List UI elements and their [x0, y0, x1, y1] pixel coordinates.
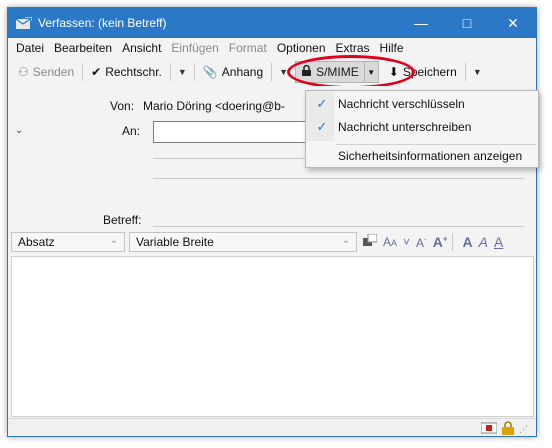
subject-label: Betreff: [103, 213, 142, 227]
status-icons: ⋰ [480, 421, 528, 436]
paragraph-select-value: Absatz [18, 235, 55, 249]
format-toolbar: Absatz ⌄ Variable Breite ⌄ AA ˅ A- A+ A … [8, 230, 536, 254]
smime-button[interactable]: S/MIME ▼ [287, 55, 416, 89]
status-bar: ⋰ [8, 418, 536, 436]
download-arrow-icon: ⬇ [388, 65, 399, 79]
compose-app-icon [15, 16, 33, 29]
format-divider [451, 233, 453, 251]
signature-lock-icon[interactable] [501, 421, 515, 436]
spellcheck-button[interactable]: ✔ Rechtschr. [87, 61, 166, 83]
menu-item-label: Nachricht unterschreiben [338, 120, 472, 134]
attach-button[interactable]: 📎 Anhang [199, 61, 267, 83]
send-label: Senden [32, 65, 75, 79]
toolbar-divider [271, 63, 273, 81]
text-color-icon[interactable] [363, 233, 378, 251]
save-dropdown-icon[interactable]: ▼ [470, 67, 485, 77]
font-larger-icon[interactable]: A+ [433, 234, 448, 250]
menu-bar: Datei Bearbeiten Ansicht Einfügen Format… [8, 38, 536, 58]
toolbar-divider [82, 63, 84, 81]
menu-item-encrypt[interactable]: ✓ Nachricht verschlüsseln [306, 93, 538, 115]
message-body-editor[interactable] [11, 256, 534, 417]
paperclip-icon: 📎 [202, 65, 218, 79]
title-bar: Verfassen: (kein Betreff) — □ ✕ [8, 8, 536, 38]
menu-item-sign[interactable]: ✓ Nachricht unterschreiben [306, 116, 538, 138]
menu-optionen[interactable]: Optionen [272, 41, 331, 55]
checkmark-icon: ✔ [91, 65, 102, 79]
menu-item-label: Nachricht verschlüsseln [338, 97, 465, 111]
underline-icon[interactable]: A [494, 234, 503, 250]
menu-bearbeiten[interactable]: Bearbeiten [49, 41, 117, 55]
spellcheck-label: Rechtschr. [105, 65, 162, 79]
font-size-dropdown-icon[interactable]: ˅ [403, 235, 410, 249]
checkmark-icon: ✓ [316, 96, 328, 111]
close-button[interactable]: ✕ [490, 8, 536, 38]
menu-datei[interactable]: Datei [11, 41, 49, 55]
paragraph-select[interactable]: Absatz ⌄ [11, 232, 125, 252]
to-label: An: [122, 124, 141, 138]
subject-input[interactable] [153, 226, 524, 227]
menu-item-label: Sicherheitsinformationen anzeigen [338, 149, 523, 163]
toolbar-divider [169, 63, 171, 81]
font-select[interactable]: Variable Breite ⌄ [129, 232, 357, 252]
toolbar-divider [464, 63, 466, 81]
menu-hilfe[interactable]: Hilfe [375, 41, 409, 55]
lock-icon [301, 64, 312, 79]
chevron-down-icon: ⌄ [341, 235, 350, 246]
italic-icon[interactable]: A [479, 234, 488, 250]
send-icon: ⚇ [18, 65, 29, 79]
compose-window: Verfassen: (kein Betreff) — □ ✕ Datei Be… [7, 7, 537, 437]
encryption-status-icon[interactable] [480, 422, 498, 436]
from-value[interactable]: Mario Döring <doering@b- [143, 99, 285, 113]
font-select-value: Variable Breite [136, 235, 214, 249]
attach-dropdown-icon[interactable]: ▼ [276, 67, 291, 77]
menu-format[interactable]: Format [224, 41, 272, 55]
address-line[interactable] [153, 178, 524, 179]
minimize-button[interactable]: — [398, 8, 444, 38]
toolbar-divider [193, 63, 195, 81]
menu-extras[interactable]: Extras [331, 41, 375, 55]
maximize-button[interactable]: □ [444, 8, 490, 38]
save-label: Speichern [402, 65, 457, 79]
save-button[interactable]: ⬇ Speichern [385, 61, 461, 83]
attach-label: Anhang [221, 65, 264, 79]
smime-dropdown-icon[interactable]: ▼ [364, 61, 379, 83]
resize-grip-icon[interactable]: ⋰ [519, 424, 528, 435]
menu-item-security-info[interactable]: Sicherheitsinformationen anzeigen [306, 145, 538, 167]
bold-icon[interactable]: A [463, 234, 473, 250]
compose-toolbar: ⚇ Senden ✔ Rechtschr. ▼ 📎 Anhang ▼ S/MIM… [8, 55, 536, 89]
menu-einfuegen[interactable]: Einfügen [166, 41, 223, 55]
smime-dropdown-menu: ✓ Nachricht verschlüsseln ✓ Nachricht un… [305, 90, 539, 168]
send-button[interactable]: ⚇ Senden [14, 61, 78, 83]
menu-ansicht[interactable]: Ansicht [117, 41, 166, 55]
smime-main[interactable]: S/MIME [295, 61, 365, 83]
font-smaller-icon[interactable]: A- [416, 235, 427, 250]
chevron-down-icon: ⌄ [109, 235, 118, 246]
window-title: Verfassen: (kein Betreff) [38, 16, 167, 30]
checkmark-icon: ✓ [316, 119, 328, 134]
spellcheck-dropdown-icon[interactable]: ▼ [175, 67, 190, 77]
from-label: Von: [110, 99, 135, 113]
font-size-decrease-icon[interactable]: AA [383, 235, 397, 249]
recipient-type-chevron-icon[interactable]: ⌄ [15, 125, 39, 136]
smime-label: S/MIME [316, 65, 359, 79]
